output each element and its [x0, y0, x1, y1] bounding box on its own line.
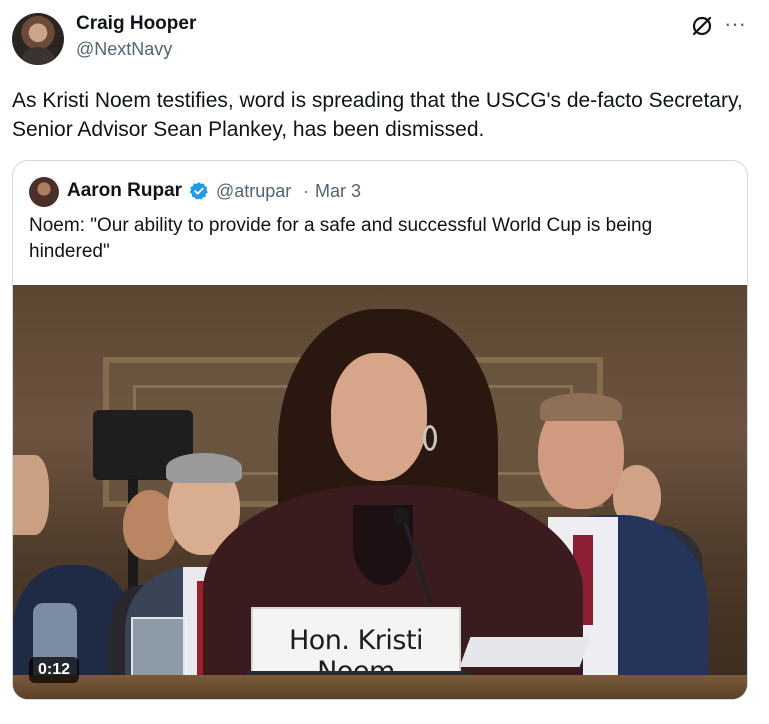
officer-head — [13, 455, 49, 535]
desk — [13, 675, 747, 699]
author-display-name[interactable]: Craig Hooper — [76, 13, 196, 35]
author-avatar[interactable] — [12, 13, 64, 65]
nameplate: Hon. Kristi Noem — [251, 607, 461, 687]
gray-haired-man-hair — [166, 453, 242, 483]
quoted-author-display-name[interactable]: Aaron Rupar — [67, 180, 182, 202]
quoted-author-avatar[interactable] — [29, 177, 59, 207]
separator-dot: · — [303, 181, 309, 201]
tweet-text: As Kristi Noem testifies, word is spread… — [12, 89, 743, 141]
earring — [423, 425, 437, 451]
quoted-tweet-date[interactable]: Mar 3 — [315, 181, 361, 202]
grok-slash-circle-icon[interactable] — [690, 14, 714, 38]
quoted-tweet-text: Noem: "Our ability to provide for a safe… — [29, 215, 653, 262]
right-man-hair — [540, 393, 622, 421]
papers — [459, 637, 591, 667]
more-horizontal-icon[interactable]: ··· — [724, 12, 746, 36]
video-duration-badge: 0:12 — [29, 657, 80, 683]
video-player[interactable]: Hon. Kristi Noem 0:12 — [13, 285, 747, 699]
quoted-tweet-card[interactable]: Aaron Rupar @atrupar · Mar 3 Noem: "Our … — [12, 160, 748, 700]
verified-badge-icon — [189, 182, 208, 200]
speaker-face — [331, 353, 427, 481]
water-glass — [131, 617, 187, 683]
author-handle[interactable]: @NextNavy — [76, 39, 172, 60]
microphone-icon — [393, 507, 409, 525]
quoted-author-handle[interactable]: @atrupar — [216, 181, 291, 202]
